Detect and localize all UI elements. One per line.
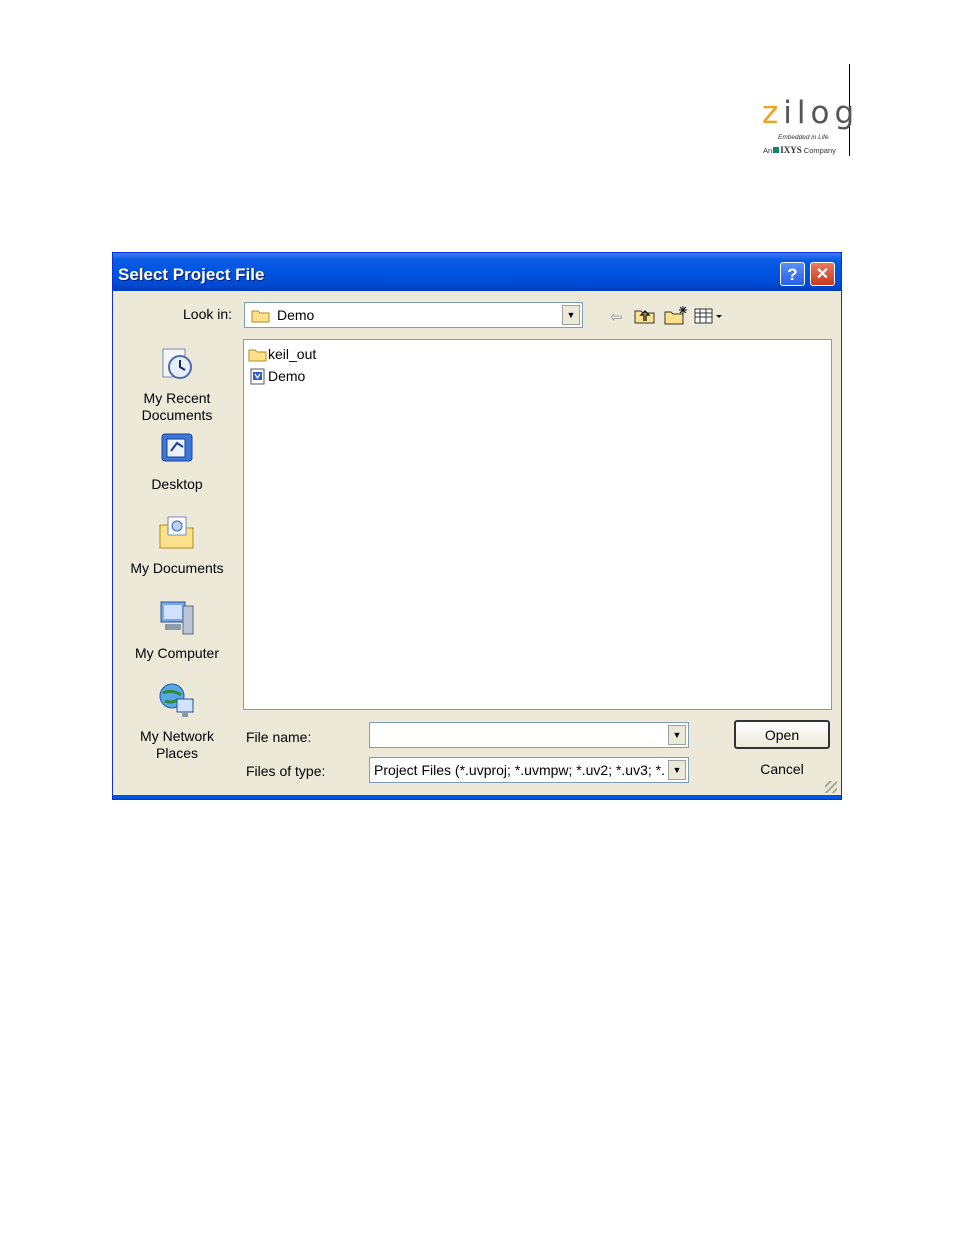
place-label: Documents xyxy=(141,407,213,423)
recent-documents-icon xyxy=(162,348,192,379)
back-icon[interactable]: ⇦ xyxy=(610,308,623,326)
logo-tagline: Embedded in Life xyxy=(778,134,829,141)
place-my-network-places[interactable]: My Network Places xyxy=(117,681,237,762)
logo-company: An IXYS Company xyxy=(763,145,836,155)
place-label: My Computer xyxy=(134,645,220,661)
file-name-label: File name: xyxy=(246,729,312,745)
look-in-dropdown-arrow[interactable]: ▼ xyxy=(562,305,580,325)
new-folder-icon[interactable] xyxy=(664,305,688,325)
help-button[interactable]: ? xyxy=(780,262,805,286)
dialog-title: Select Project File xyxy=(118,265,265,284)
title-bar[interactable]: Select Project File ? ✕ xyxy=(113,253,841,291)
file-name-text: keil_out xyxy=(268,346,317,362)
look-in-combo[interactable]: Demo ▼ xyxy=(244,302,583,328)
close-button[interactable]: ✕ xyxy=(810,262,835,286)
desktop-icon xyxy=(161,433,193,462)
file-name-text: Demo xyxy=(268,368,306,384)
my-computer-icon xyxy=(160,601,194,635)
select-project-dialog: Select Project File ? ✕ Look in: Demo ▼ … xyxy=(112,252,842,800)
project-file-icon xyxy=(250,368,265,385)
zilog-wordmark: zilog xyxy=(762,95,860,131)
files-of-type-dropdown-arrow[interactable]: ▼ xyxy=(668,760,686,780)
resize-grip[interactable] xyxy=(825,781,837,793)
dialog-bottom-border xyxy=(113,795,841,799)
file-name-combo[interactable]: ▼ xyxy=(369,722,689,748)
files-of-type-value: Project Files (*.uvproj; *.uvmpw; *.uv2;… xyxy=(374,762,664,778)
look-in-value: Demo xyxy=(277,307,315,323)
place-label: My Recent xyxy=(143,390,211,406)
file-list[interactable]: keil_out Demo xyxy=(243,339,832,710)
network-places-icon xyxy=(159,683,194,717)
folder-icon xyxy=(251,310,270,323)
place-my-recent-documents[interactable]: My Recent Documents xyxy=(117,343,237,424)
folder-icon xyxy=(248,349,267,362)
place-label: My Documents xyxy=(130,560,224,576)
my-documents-icon xyxy=(159,516,194,549)
view-menu-icon[interactable] xyxy=(694,307,726,325)
place-my-documents[interactable]: My Documents xyxy=(117,513,237,577)
cancel-button[interactable]: Cancel xyxy=(734,755,830,784)
file-name-dropdown-arrow[interactable]: ▼ xyxy=(668,725,686,745)
files-of-type-combo[interactable]: Project Files (*.uvproj; *.uvmpw; *.uv2;… xyxy=(369,757,689,783)
up-folder-icon[interactable] xyxy=(634,307,656,325)
file-name-input[interactable] xyxy=(374,726,658,745)
place-desktop[interactable]: Desktop xyxy=(117,429,237,493)
open-button[interactable]: Open xyxy=(734,720,830,749)
place-label: Places xyxy=(155,745,199,761)
place-label: My Network xyxy=(140,728,214,744)
place-my-computer[interactable]: My Computer xyxy=(117,598,237,662)
look-in-label: Look in: xyxy=(183,306,233,322)
files-of-type-label: Files of type: xyxy=(246,763,326,779)
place-label: Desktop xyxy=(151,476,203,492)
